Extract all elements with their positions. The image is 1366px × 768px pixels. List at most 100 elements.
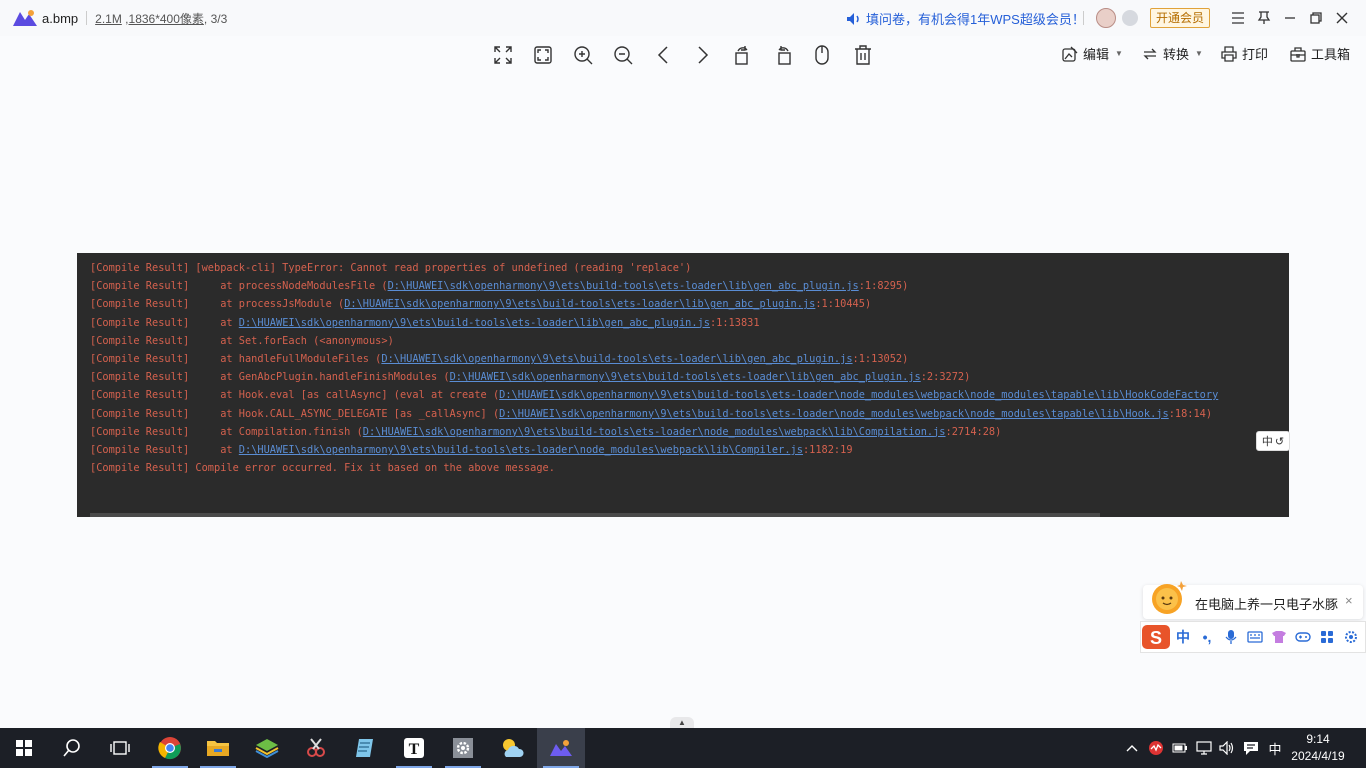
layers-app-icon[interactable] <box>243 728 291 768</box>
search-icon[interactable] <box>48 728 96 768</box>
console-line: [Compile Result] at processNodeModulesFi… <box>90 277 1218 295</box>
huawei-tray-icon[interactable] <box>1146 728 1166 768</box>
floating-ime-chip[interactable]: 中 ↺ <box>1256 431 1290 451</box>
typora-icon[interactable]: T <box>390 728 438 768</box>
print-button[interactable]: 打印 <box>1221 44 1268 63</box>
ime-mode-toggle[interactable]: 中 <box>1171 625 1195 649</box>
chip-label: 中 <box>1261 436 1273 448</box>
page-indicator: 3/3 <box>210 11 228 26</box>
apps-grid-icon[interactable] <box>1315 625 1339 649</box>
close-icon[interactable]: × <box>1345 593 1353 608</box>
notepad-icon[interactable] <box>341 728 389 768</box>
toolbox-label: 工具箱 <box>1311 47 1351 62</box>
chevron-down-icon: ▼ <box>1195 49 1203 58</box>
chevron-up-icon[interactable] <box>1122 728 1142 768</box>
console-line: [Compile Result] at Hook.CALL_ASYNC_DELE… <box>90 405 1218 423</box>
skin-icon[interactable] <box>1267 625 1291 649</box>
battery-icon[interactable] <box>1170 728 1190 768</box>
sogou-logo-icon[interactable]: S <box>1141 623 1171 651</box>
console-text: at GenAbcPlugin.handleFinishModules ( <box>220 371 450 384</box>
console-suffix: :2714:28) <box>945 425 1002 438</box>
rotate-right-icon[interactable] <box>770 42 798 68</box>
divider <box>86 11 88 25</box>
console-text: at Set.forEach (<anonymous>) <box>220 334 394 347</box>
user-avatar[interactable] <box>1096 8 1116 28</box>
svg-text:S: S <box>1150 628 1162 648</box>
fit-window-icon[interactable] <box>529 42 557 68</box>
minimize-icon[interactable] <box>1280 8 1300 28</box>
console-prefix: [Compile Result] <box>90 352 221 365</box>
microphone-icon[interactable] <box>1219 625 1243 649</box>
input-language-indicator[interactable]: 中 <box>1264 728 1286 768</box>
pin-icon[interactable] <box>1254 8 1274 28</box>
console-file-link: D:\HUAWEI\sdk\openharmony\9\ets\build-to… <box>238 316 710 329</box>
file-explorer-icon[interactable] <box>194 728 242 768</box>
task-view-icon[interactable] <box>96 728 144 768</box>
convert-icon <box>1143 48 1157 59</box>
next-icon[interactable] <box>689 42 717 68</box>
console-line: [Compile Result] at processJsModule (D:\… <box>90 295 1218 313</box>
console-line: [Compile Result] [webpack-cli] TypeError… <box>90 259 1218 277</box>
account-badge-icon[interactable] <box>1122 10 1138 26</box>
console-text: at Compilation.finish ( <box>220 425 363 438</box>
menu-icon[interactable] <box>1228 8 1248 28</box>
console-prefix: [Compile Result] <box>90 316 221 329</box>
close-icon[interactable] <box>1332 8 1352 28</box>
game-icon[interactable] <box>1291 625 1315 649</box>
system-clock[interactable]: 9:14 2024/4/19 <box>1286 731 1350 765</box>
fullscreen-icon[interactable] <box>489 42 517 68</box>
settings-gear-icon[interactable] <box>1339 625 1363 649</box>
zoom-out-icon[interactable] <box>609 42 637 68</box>
clock-time: 9:14 <box>1306 732 1330 746</box>
info-separator: , <box>203 11 208 26</box>
ime-tip-text: 在电脑上养一只电子水豚 <box>1195 597 1339 612</box>
console-line: [Compile Result] Compile error occurred.… <box>90 459 1218 477</box>
notification-icon[interactable] <box>1240 728 1262 768</box>
settings-app-icon[interactable] <box>439 728 487 768</box>
keyboard-icon[interactable] <box>1243 625 1267 649</box>
chrome-icon[interactable] <box>146 728 194 768</box>
windows-start-icon[interactable] <box>0 728 48 768</box>
previous-icon[interactable] <box>649 42 677 68</box>
rotate-left-icon[interactable] <box>728 42 756 68</box>
console-file-link: D:\HUAWEI\sdk\openharmony\9\ets\build-to… <box>362 425 946 438</box>
promo-text: 填问卷，有机会得1年WPS超级会员！ <box>866 12 1085 27</box>
console-prefix: [Compile Result] <box>90 280 221 293</box>
toolbox-button[interactable]: 工具箱 <box>1290 44 1350 63</box>
printer-icon <box>1221 45 1237 62</box>
console-file-link: D:\HUAWEI\sdk\openharmony\9\ets\build-to… <box>499 389 1219 402</box>
console-text: at handleFullModuleFiles ( <box>220 352 382 365</box>
edit-menu[interactable]: 编辑 ▼ <box>1062 44 1123 63</box>
console-line: [Compile Result] at Compilation.finish (… <box>90 423 1218 441</box>
console-suffix: :1:13052) <box>852 352 909 365</box>
volume-icon[interactable] <box>1217 728 1237 768</box>
promo-link[interactable]: 填问卷，有机会得1年WPS超级会员！ <box>846 9 1085 28</box>
console-text: at Hook.eval [as callAsync] (eval at cre… <box>220 389 500 402</box>
console-suffix: :2:3272) <box>920 371 971 384</box>
viewed-image[interactable]: [Compile Result] [webpack-cli] TypeError… <box>77 253 1289 517</box>
console-prefix: [Compile Result] <box>90 298 221 311</box>
ime-punctuation-toggle[interactable]: •, <box>1195 625 1219 649</box>
delete-icon[interactable] <box>849 42 877 68</box>
console-line: [Compile Result] at Hook.eval [as callAs… <box>90 386 1218 404</box>
convert-menu[interactable]: 转换 ▼ <box>1142 44 1203 63</box>
wps-picture-icon[interactable] <box>537 728 585 768</box>
ime-promo-tip[interactable]: 在电脑上养一只电子水豚 × <box>1143 581 1363 619</box>
mouse-mode-icon[interactable] <box>808 42 836 68</box>
snipping-tool-icon[interactable] <box>292 728 340 768</box>
edit-image-icon <box>1062 46 1078 62</box>
refresh-icon: ↺ <box>1274 435 1285 448</box>
image-dimensions[interactable]: 1836*400像素 <box>129 12 204 26</box>
title-bar: a.bmp 2.1M ,1836*400像素, 3/3 填问卷，有机会得1年WP… <box>0 0 1366 36</box>
zoom-in-icon[interactable] <box>569 42 597 68</box>
weather-app-icon[interactable] <box>488 728 536 768</box>
console-prefix: [Compile Result] <box>90 262 196 274</box>
file-name: a.bmp <box>42 10 79 26</box>
restore-icon[interactable] <box>1306 8 1326 28</box>
network-icon[interactable] <box>1194 728 1214 768</box>
divider <box>1083 11 1084 25</box>
vip-button[interactable]: 开通会员 <box>1150 8 1211 28</box>
file-size[interactable]: 2.1M <box>95 12 122 26</box>
clock-date: 2024/4/19 <box>1291 749 1345 763</box>
viewer-toolbar: 编辑 ▼ 转换 ▼ 打印 工具箱 <box>0 36 1366 74</box>
